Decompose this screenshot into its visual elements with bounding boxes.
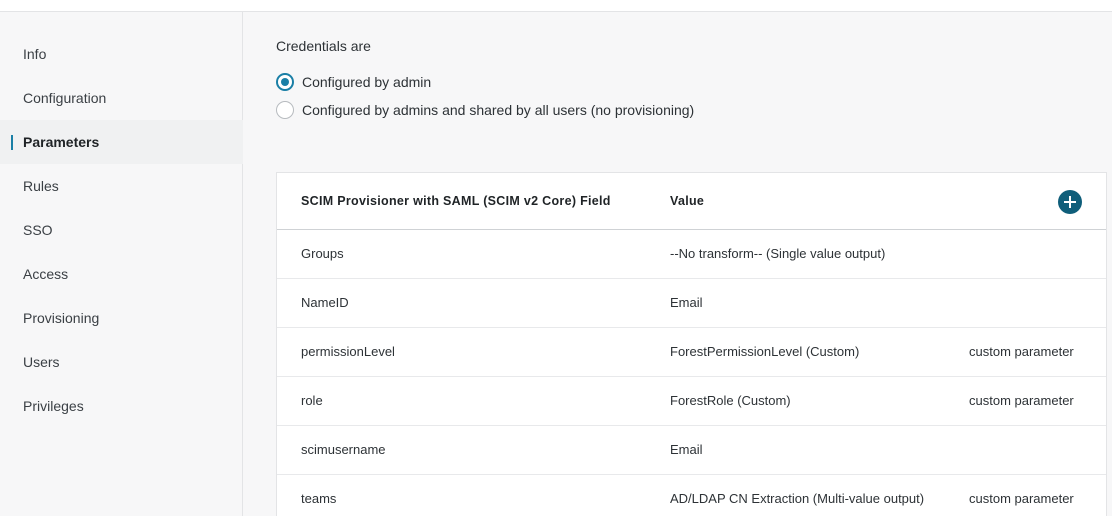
sidebar-item-privileges[interactable]: Privileges (0, 384, 243, 428)
note-cell: custom parameter (969, 393, 1074, 408)
table-row[interactable]: NameID Email (277, 279, 1106, 328)
sidebar-item-label: SSO (23, 222, 53, 238)
sidebar-item-label: Info (23, 46, 47, 62)
value-cell: AD/LDAP CN Extraction (Multi-value outpu… (670, 491, 925, 506)
table-row[interactable]: scimusername Email (277, 426, 1106, 475)
sidebar-item-access[interactable]: Access (0, 252, 243, 296)
sidebar-item-label: Privileges (23, 398, 84, 414)
sidebar-item-sso[interactable]: SSO (0, 208, 243, 252)
value-cell: Email (670, 295, 703, 310)
column-header-field: SCIM Provisioner with SAML (SCIM v2 Core… (301, 194, 611, 208)
parameters-table: SCIM Provisioner with SAML (SCIM v2 Core… (276, 172, 1107, 516)
sidebar-item-users[interactable]: Users (0, 340, 243, 384)
sidebar-item-label: Users (23, 354, 60, 370)
field-cell: NameID (301, 295, 349, 310)
radio-label: Configured by admin (302, 74, 432, 90)
note-cell: custom parameter (969, 491, 1074, 506)
note-cell: custom parameter (969, 344, 1074, 359)
radio-button-checked[interactable] (276, 73, 294, 91)
credentials-title: Credentials are (276, 38, 371, 54)
sidebar-item-parameters[interactable]: Parameters (0, 120, 243, 164)
field-cell: permissionLevel (301, 344, 395, 359)
sidebar-item-label: Access (23, 266, 69, 282)
sidebar-item-rules[interactable]: Rules (0, 164, 243, 208)
column-header-value: Value (670, 194, 705, 208)
sidebar-item-provisioning[interactable]: Provisioning (0, 296, 243, 340)
radio-button-unchecked[interactable] (276, 101, 294, 119)
sidebar-item-label: Configuration (23, 90, 107, 106)
radio-shared-by-all-users[interactable]: Configured by admins and shared by all u… (276, 101, 694, 119)
radio-label: Configured by admins and shared by all u… (302, 102, 695, 118)
sidebar-item-label: Provisioning (23, 310, 100, 326)
sidebar: Info Configuration Parameters Rules SSO … (0, 12, 243, 516)
top-bar (0, 0, 1112, 12)
radio-configured-by-admin[interactable]: Configured by admin (276, 73, 431, 91)
field-cell: Groups (301, 246, 344, 261)
table-header: SCIM Provisioner with SAML (SCIM v2 Core… (277, 173, 1106, 230)
field-cell: scimusername (301, 442, 386, 457)
value-cell: ForestPermissionLevel (Custom) (670, 344, 860, 359)
sidebar-item-configuration[interactable]: Configuration (0, 76, 243, 120)
plus-icon (1064, 196, 1076, 208)
value-cell: --No transform-- (Single value output) (670, 246, 886, 261)
field-cell: role (301, 393, 323, 408)
main-content: Credentials are Configured by admin Conf… (244, 12, 1112, 516)
table-row[interactable]: teams AD/LDAP CN Extraction (Multi-value… (277, 475, 1106, 516)
table-row[interactable]: Groups --No transform-- (Single value ou… (277, 230, 1106, 279)
value-cell: ForestRole (Custom) (670, 393, 791, 408)
field-cell: teams (301, 491, 337, 506)
sidebar-item-label: Parameters (23, 134, 100, 150)
table-row[interactable]: permissionLevel ForestPermissionLevel (C… (277, 328, 1106, 377)
add-parameter-button[interactable] (1058, 190, 1082, 214)
table-row[interactable]: role ForestRole (Custom) custom paramete… (277, 377, 1106, 426)
value-cell: Email (670, 442, 703, 457)
sidebar-item-info[interactable]: Info (0, 32, 243, 76)
sidebar-item-label: Rules (23, 178, 59, 194)
